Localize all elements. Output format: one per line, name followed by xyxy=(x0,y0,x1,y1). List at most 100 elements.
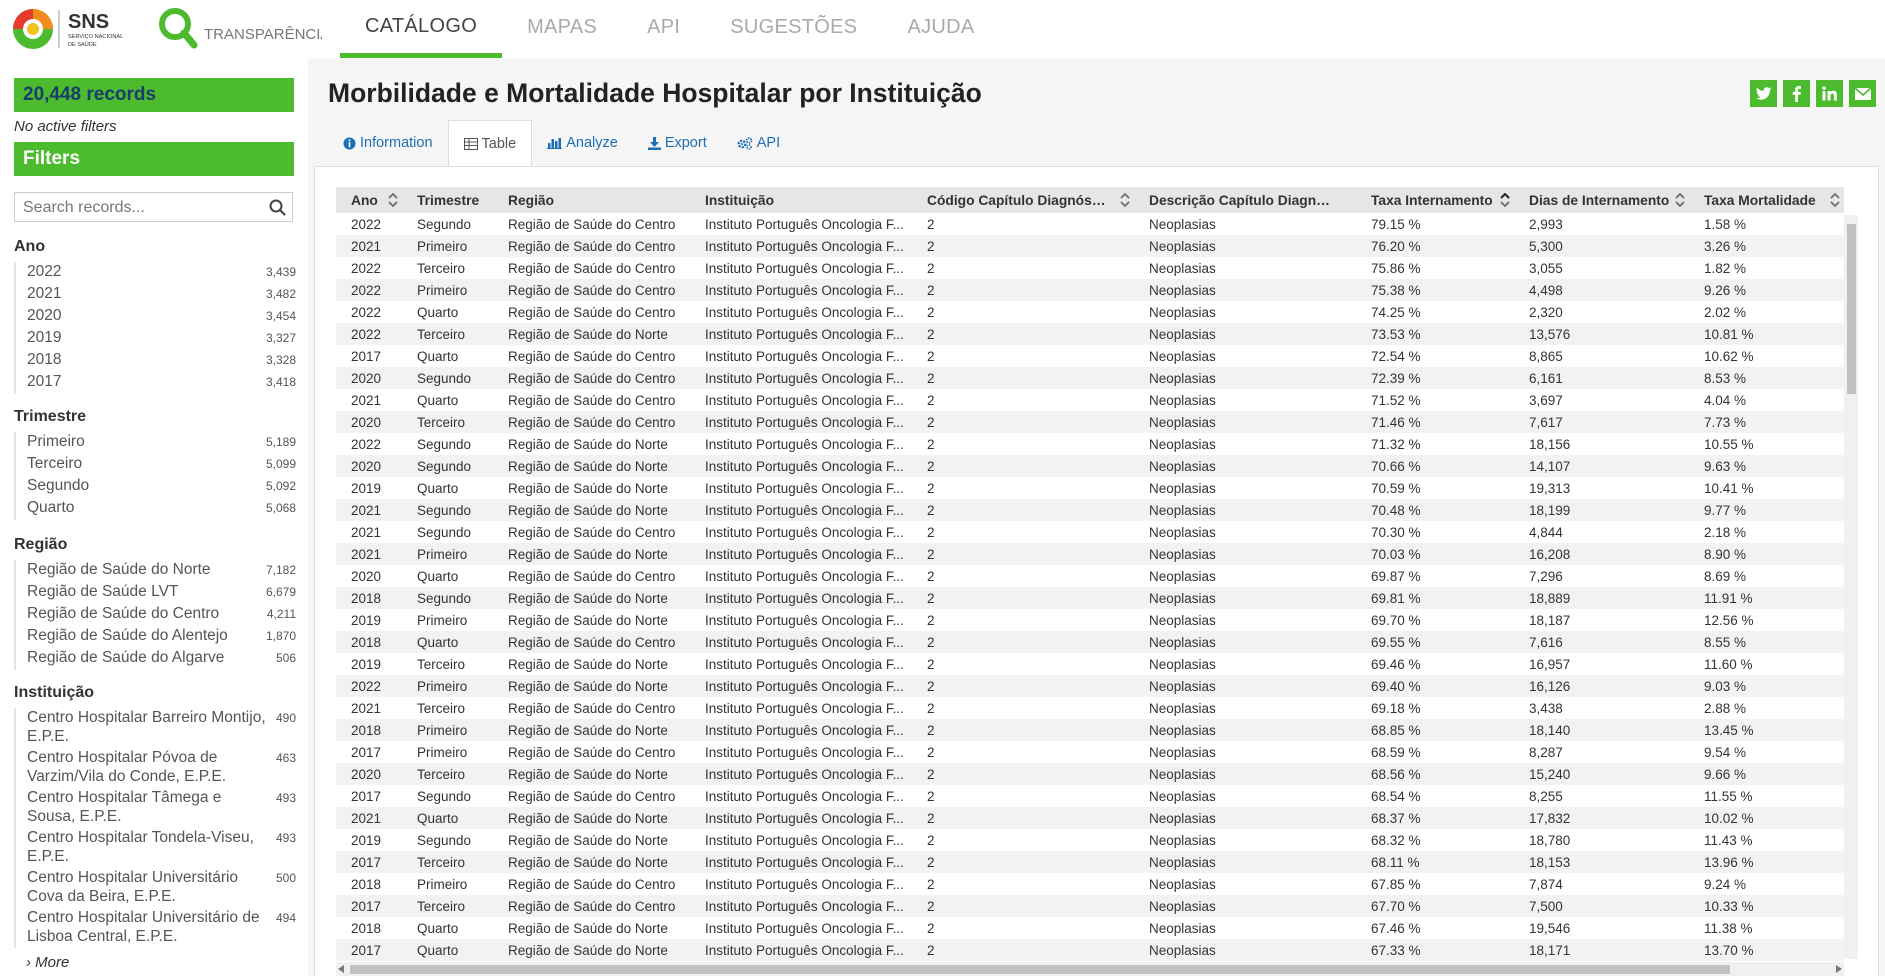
table-row[interactable]: 2020 Terceiro Região de Saúde do Centro Ins… xyxy=(336,411,1844,433)
horizontal-scroll-thumb[interactable] xyxy=(350,965,1730,974)
transparencia-logo[interactable]: TRANSPARÊNCIA xyxy=(157,6,330,52)
scroll-left-icon[interactable] xyxy=(338,965,345,973)
column-header[interactable]: Trimestre xyxy=(402,187,493,213)
table-row[interactable]: 2017 Segundo Região de Saúde do Centro Inst… xyxy=(336,785,1844,807)
table-row[interactable]: 2021 Segundo Região de Saúde do Norte Insti… xyxy=(336,499,1844,521)
table-cell: Neoplasias xyxy=(1149,656,1216,672)
facet-item[interactable]: Centro Hospitalar Universitário Cova da … xyxy=(16,868,296,906)
table-row[interactable]: 2022 Terceiro Região de Saúde do Centro Ins… xyxy=(336,257,1844,279)
tab-api[interactable]: API xyxy=(722,120,795,166)
scroll-right-icon[interactable] xyxy=(1835,965,1842,973)
table-cell: 11.38 % xyxy=(1704,920,1753,936)
search-icon[interactable] xyxy=(269,199,286,221)
facet-item[interactable]: 2021 3,482 xyxy=(16,284,296,303)
table-row[interactable]: 2018 Primeiro Região de Saúde do Centro Ins… xyxy=(336,873,1844,895)
tab-table[interactable]: Table xyxy=(447,120,533,167)
horizontal-scrollbar[interactable] xyxy=(336,962,1844,976)
more-link[interactable]: › More xyxy=(26,954,69,971)
facet-item[interactable]: Região de Saúde do Centro 4,211 xyxy=(16,604,296,623)
table-row[interactable]: 2019 Terceiro Região de Saúde do Norte Inst… xyxy=(336,653,1844,675)
facet-item[interactable]: Região de Saúde LVT 6,679 xyxy=(16,582,296,601)
facet-item[interactable]: 2019 3,327 xyxy=(16,328,296,347)
facet-item[interactable]: Centro Hospitalar Póvoa de Varzim/Vila d… xyxy=(16,748,296,786)
table-row[interactable]: 2021 Quarto Região de Saúde do Norte Instit… xyxy=(336,807,1844,829)
column-header[interactable]: Região xyxy=(493,187,690,213)
facet-item[interactable]: 2017 3,418 xyxy=(16,372,296,391)
table-cell: Neoplasias xyxy=(1149,216,1216,232)
facet-item[interactable]: Centro Hospitalar Tondela-Viseu, E.P.E. 4… xyxy=(16,828,296,866)
table-row[interactable]: 2021 Primeiro Região de Saúde do Norte Inst… xyxy=(336,543,1844,565)
facet-item[interactable]: Centro Hospitalar Universitário de Lisbo… xyxy=(16,908,296,946)
vertical-scrollbar[interactable] xyxy=(1844,215,1858,959)
table-row[interactable]: 2021 Quarto Região de Saúde do Centro Insti… xyxy=(336,389,1844,411)
vertical-scroll-thumb[interactable] xyxy=(1847,224,1856,394)
column-header[interactable]: Código Capítulo Diagnóstico ... xyxy=(912,187,1134,213)
column-header[interactable]: Taxa Internamento xyxy=(1356,187,1514,213)
column-header[interactable]: Dias de Internamento xyxy=(1514,187,1689,213)
tab-information[interactable]: Information xyxy=(328,120,448,166)
table-row[interactable]: 2019 Segundo Região de Saúde do Norte Insti… xyxy=(336,829,1844,851)
table-row[interactable]: 2022 Primeiro Região de Saúde do Norte Inst… xyxy=(336,675,1844,697)
facet-item[interactable]: 2020 3,454 xyxy=(16,306,296,325)
tab-export[interactable]: Export xyxy=(633,120,722,166)
table-row[interactable]: 2020 Segundo Região de Saúde do Centro Inst… xyxy=(336,367,1844,389)
table-row[interactable]: 2021 Primeiro Região de Saúde do Centro Ins… xyxy=(336,235,1844,257)
table-cell: 2019 xyxy=(351,480,382,496)
twitter-icon[interactable] xyxy=(1750,80,1777,107)
facet-item[interactable]: Primeiro 5,189 xyxy=(16,432,296,451)
column-header[interactable]: Instituição xyxy=(690,187,912,213)
facet-item[interactable]: Centro Hospitalar Barreiro Montijo, E.P.… xyxy=(16,708,296,746)
table-row[interactable]: 2018 Quarto Região de Saúde do Centro Insti… xyxy=(336,631,1844,653)
sns-logo[interactable]: SNS SERVIÇO NACIONAL DE SAÚDE xyxy=(12,6,160,52)
facebook-icon[interactable] xyxy=(1783,80,1810,107)
nav-ajuda[interactable]: AJUDA xyxy=(882,0,999,58)
table-cell: 2 xyxy=(927,612,935,628)
table-row[interactable]: 2017 Primeiro Região de Saúde do Centro Ins… xyxy=(336,741,1844,763)
nav-api[interactable]: API xyxy=(622,0,705,58)
table-row[interactable]: 2022 Quarto Região de Saúde do Centro Insti… xyxy=(336,301,1844,323)
table-row[interactable]: 2022 Segundo Região de Saúde do Norte Insti… xyxy=(336,433,1844,455)
table-row[interactable]: 2017 Terceiro Região de Saúde do Norte Inst… xyxy=(336,851,1844,873)
facet-item[interactable]: 2018 3,328 xyxy=(16,350,296,369)
table-row[interactable]: 2017 Quarto Região de Saúde do Norte Instit… xyxy=(336,939,1844,961)
table-row[interactable]: 2022 Terceiro Região de Saúde do Norte Inst… xyxy=(336,323,1844,345)
facet-item[interactable]: Quarto 5,068 xyxy=(16,498,296,517)
sort-icon xyxy=(1120,193,1130,207)
column-header[interactable]: Taxa Mortalidade xyxy=(1689,187,1844,213)
table-row[interactable]: 2019 Quarto Região de Saúde do Norte Instit… xyxy=(336,477,1844,499)
tab-analyze[interactable]: Analyze xyxy=(532,120,633,166)
table-row[interactable]: 2017 Quarto Região de Saúde do Centro Insti… xyxy=(336,345,1844,367)
table-cell: Neoplasias xyxy=(1134,235,1356,257)
nav-mapas[interactable]: MAPAS xyxy=(502,0,622,58)
email-icon[interactable] xyxy=(1849,80,1876,107)
table-row[interactable]: 2020 Segundo Região de Saúde do Norte Insti… xyxy=(336,455,1844,477)
table-cell: Segundo xyxy=(402,367,493,389)
table-row[interactable]: 2022 Segundo Região de Saúde do Centro Inst… xyxy=(336,213,1844,235)
search-input[interactable] xyxy=(21,194,265,222)
table-row[interactable]: 2018 Quarto Região de Saúde do Norte Instit… xyxy=(336,917,1844,939)
facet-item[interactable]: Região de Saúde do Algarve 506 xyxy=(16,648,296,667)
table-row[interactable]: 2017 Terceiro Região de Saúde do Centro Ins… xyxy=(336,895,1844,917)
facet-item[interactable]: Região de Saúde do Norte 7,182 xyxy=(16,560,296,579)
table-row[interactable]: 2022 Primeiro Região de Saúde do Centro Ins… xyxy=(336,279,1844,301)
linkedin-icon[interactable] xyxy=(1816,80,1843,107)
table-row[interactable]: 2018 Segundo Região de Saúde do Norte Insti… xyxy=(336,587,1844,609)
facet-item[interactable]: Terceiro 5,099 xyxy=(16,454,296,473)
table-row[interactable]: 2020 Terceiro Região de Saúde do Norte Inst… xyxy=(336,763,1844,785)
table-row[interactable]: 2019 Primeiro Região de Saúde do Norte Inst… xyxy=(336,609,1844,631)
table-row[interactable]: 2021 Terceiro Região de Saúde do Centro Ins… xyxy=(336,697,1844,719)
facet-item[interactable]: 2022 3,439 xyxy=(16,262,296,281)
column-header[interactable]: Descrição Capítulo Diagnóstic... xyxy=(1134,187,1356,213)
facet-item[interactable]: Centro Hospitalar Tâmega e Sousa, E.P.E.… xyxy=(16,788,296,826)
table-row[interactable]: 2018 Primeiro Região de Saúde do Norte Inst… xyxy=(336,719,1844,741)
table-cell: 2021 xyxy=(351,524,382,540)
facet-item[interactable]: Segundo 5,092 xyxy=(16,476,296,495)
table-cell: 69.18 % xyxy=(1371,700,1421,716)
table-cell: Região de Saúde do Norte xyxy=(508,436,668,452)
nav-sugestoes[interactable]: SUGESTÕES xyxy=(705,0,882,58)
column-header[interactable]: Ano xyxy=(336,187,402,213)
table-row[interactable]: 2020 Quarto Região de Saúde do Centro Insti… xyxy=(336,565,1844,587)
facet-item[interactable]: Região de Saúde do Alentejo 1,870 xyxy=(16,626,296,645)
table-row[interactable]: 2021 Segundo Região de Saúde do Centro Inst… xyxy=(336,521,1844,543)
nav-catalogo[interactable]: CATÁLOGO xyxy=(340,0,503,58)
